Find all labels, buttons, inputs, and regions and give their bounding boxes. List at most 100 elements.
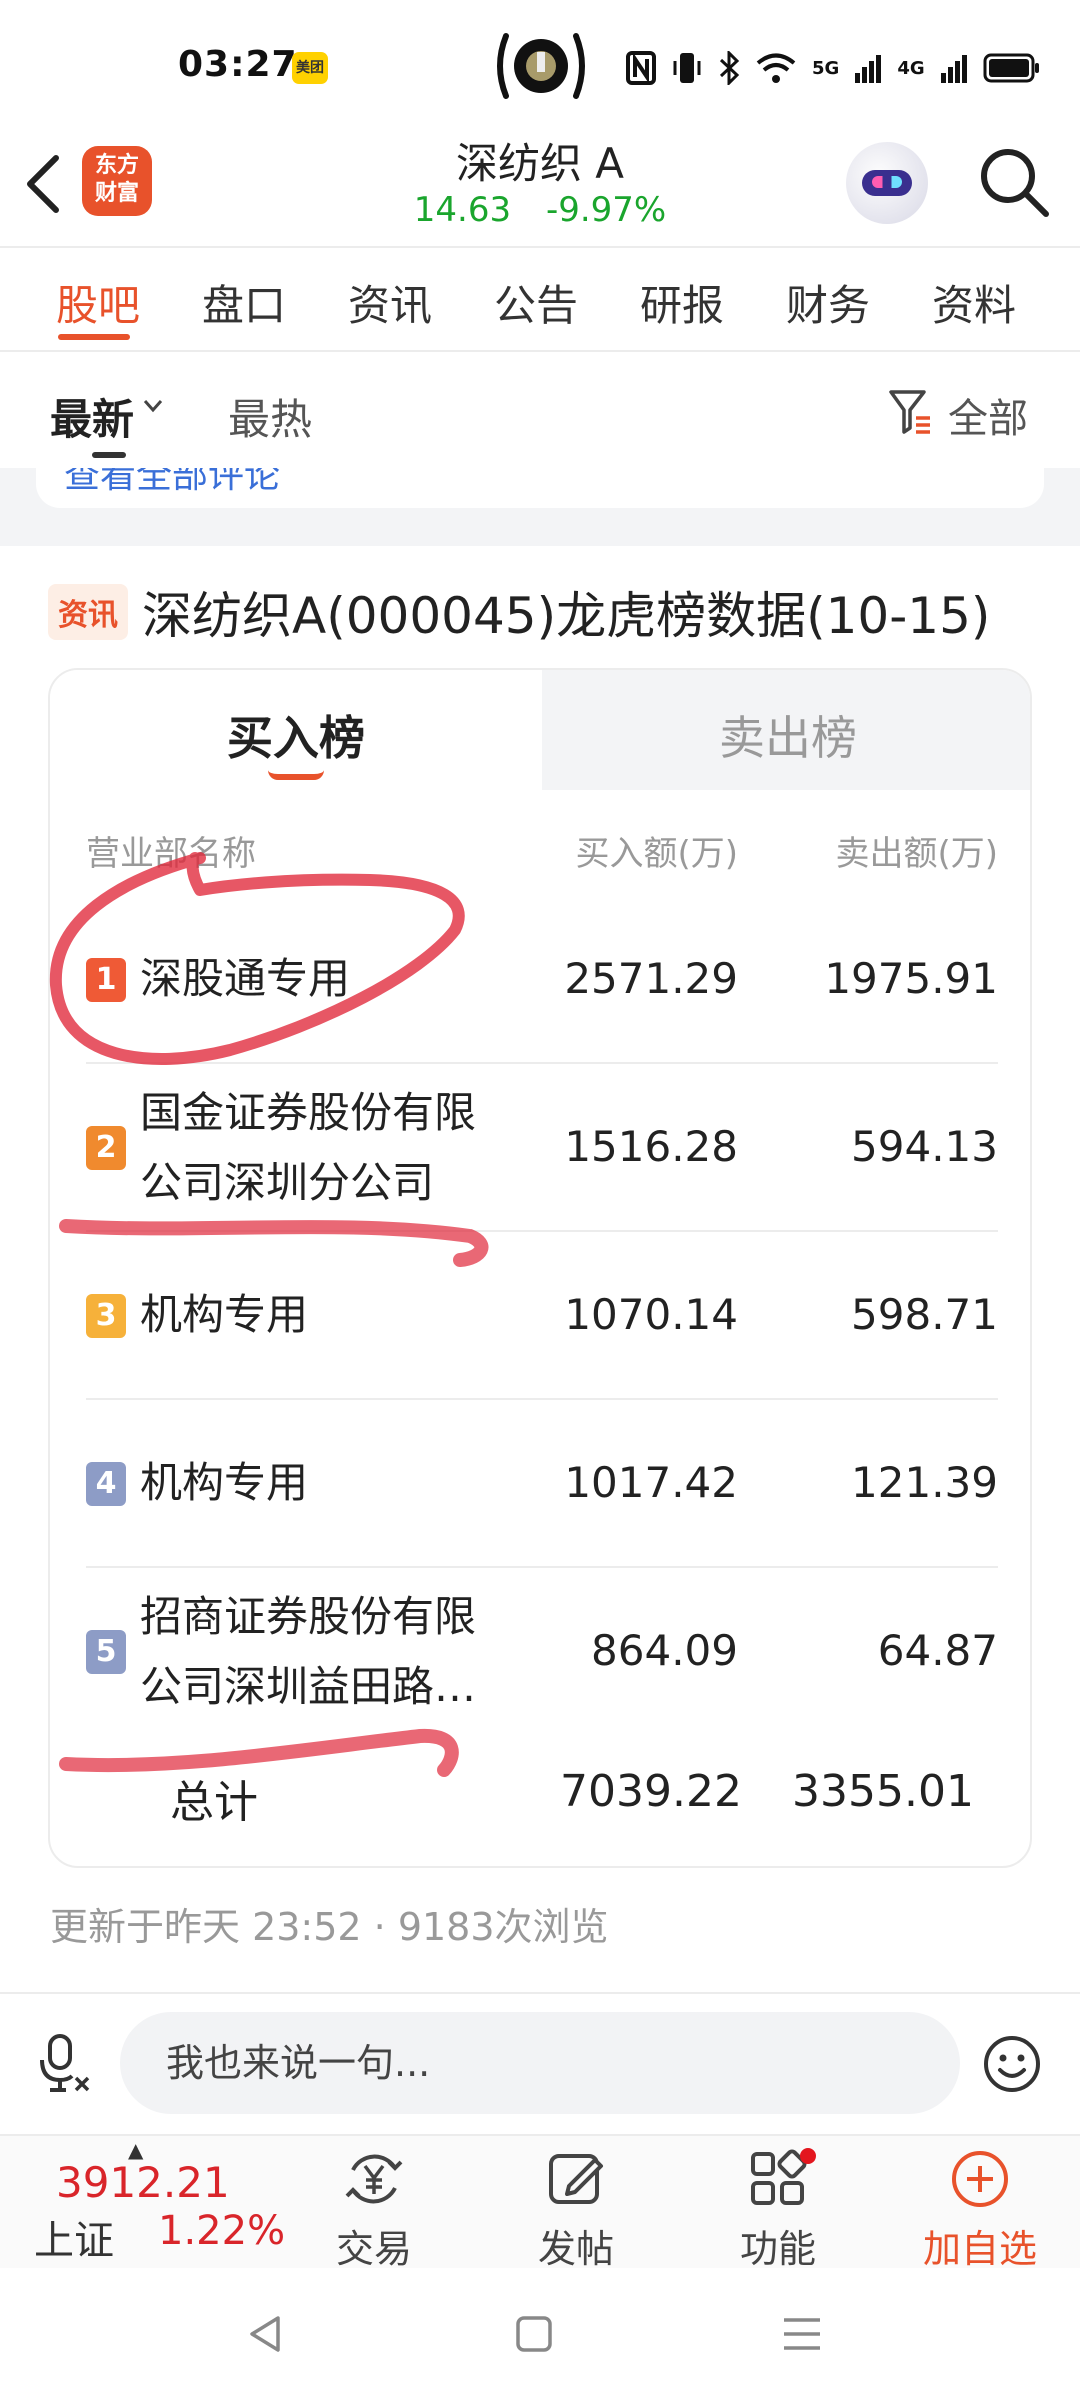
wifi-icon: [756, 53, 796, 83]
status-icons: 5G 4G: [626, 48, 1041, 88]
buy-amount: 1516.28: [564, 1122, 738, 1171]
lhb-tabs: 买入榜 卖出榜: [50, 670, 1030, 790]
sort-hot-button[interactable]: 最热: [228, 386, 312, 447]
table-row[interactable]: 3 机构专用 1070.14 598.71: [50, 1232, 1030, 1400]
buy-amount: 1017.42: [564, 1458, 738, 1507]
stock-header: 东方 财富 深纺织 A 14.63 -9.97%: [0, 130, 1080, 246]
add-watchlist-icon: [952, 2151, 1008, 2207]
flashlight-pill-icon: [497, 33, 585, 99]
total-buy-amount: 7039.22: [560, 1766, 742, 1817]
sort-bar: 最新 最热 全部: [0, 352, 1080, 468]
broker-name: 招商证券股份有限公司深圳益田路…: [140, 1592, 477, 1711]
emoji-icon[interactable]: [982, 2034, 1042, 2094]
news-tag: 资讯: [48, 584, 128, 640]
broker-name: 机构专用: [140, 1290, 309, 1339]
rank-badge: 2: [86, 1126, 126, 1170]
stock-tabs: 股吧 盘口 资讯 公告 研报 财务 资料: [0, 250, 1080, 350]
sell-amount: 594.13: [851, 1122, 998, 1171]
nav-trade[interactable]: 交易: [304, 2148, 444, 2271]
nav-add-watchlist[interactable]: 加自选: [910, 2148, 1050, 2271]
buy-tab-indicator: [268, 770, 324, 780]
table-row[interactable]: 5 招商证券股份有限公司深圳益田路… 864.09 64.87: [50, 1568, 1030, 1736]
view-all-comments-link[interactable]: 查看全部评论: [64, 468, 280, 498]
tab-sell-label: 卖出榜: [719, 711, 857, 765]
nav-functions-label: 功能: [739, 2227, 816, 2271]
system-menu-icon[interactable]: [780, 2312, 824, 2356]
tab-finance[interactable]: 财务: [786, 272, 870, 333]
dragon-tiger-list-card: 买入榜 卖出榜 营业部名称 买入额(万) 卖出额(万) 1 深股通专用 2571…: [48, 668, 1032, 1868]
sort-active-indicator: [92, 452, 126, 458]
trade-yen-icon: [345, 2154, 403, 2204]
bottom-nav: ▲ 3912.21 上证 1.22% 交易 发帖 功能 加自选: [0, 2134, 1080, 2271]
nav-add-watchlist-label: 加自选: [922, 2227, 1037, 2271]
tab-sell-list[interactable]: 卖出榜: [542, 670, 1030, 790]
status-bar: 03:27 美团 5G 4G: [0, 0, 1080, 130]
system-home-icon[interactable]: [512, 2312, 556, 2356]
nav-post-label: 发帖: [537, 2227, 614, 2271]
system-back-icon[interactable]: [244, 2312, 288, 2356]
sell-amount: 64.87: [877, 1626, 998, 1675]
nfc-icon: [626, 51, 656, 85]
table-row[interactable]: 2 国金证券股份有限公司深圳分公司 1516.28 594.13: [50, 1064, 1030, 1232]
col-buy-amount: 买入额(万): [575, 834, 738, 874]
index-value: 3912.21: [56, 2158, 230, 2207]
stock-change-pct: -9.97%: [545, 190, 667, 230]
rank-badge: 1: [86, 958, 126, 1002]
bluetooth-icon: [719, 51, 740, 85]
header-divider: [0, 246, 1080, 248]
rank-badge: 4: [86, 1462, 126, 1506]
col-broker-name: 营业部名称: [86, 834, 256, 874]
table-row[interactable]: 4 机构专用 1017.42 121.39: [50, 1400, 1030, 1568]
active-tab-indicator: [58, 334, 130, 340]
sell-amount: 121.39: [851, 1458, 998, 1507]
tab-news[interactable]: 资讯: [348, 272, 432, 333]
nav-functions[interactable]: 功能: [708, 2148, 848, 2271]
post-title[interactable]: 深纺织A(000045)龙虎榜数据(10-15): [142, 576, 990, 648]
col-sell-amount: 卖出额(万): [835, 834, 998, 874]
total-row: 总计 7039.22 3355.01: [50, 1728, 1030, 1848]
tab-buy-list[interactable]: 买入榜: [50, 670, 542, 790]
market-index-widget[interactable]: ▲ 3912.21 上证 1.22%: [0, 2136, 290, 2270]
tab-profile[interactable]: 资料: [932, 272, 1016, 333]
buy-amount: 1070.14: [564, 1290, 738, 1339]
signal-4g-label: 4G: [897, 57, 925, 79]
buy-amount: 864.09: [591, 1626, 738, 1675]
sell-amount: 1975.91: [824, 954, 998, 1003]
voice-input-icon[interactable]: [36, 2034, 92, 2094]
chevron-down-icon[interactable]: [142, 398, 164, 414]
table-row[interactable]: 1 深股通专用 2571.29 1975.91: [50, 896, 1030, 1064]
meituan-notification-icon: 美团: [292, 52, 328, 84]
nav-trade-label: 交易: [335, 2227, 412, 2271]
search-icon[interactable]: [976, 144, 1052, 220]
total-label: 总计: [170, 1777, 258, 1828]
signal-bars-icon: [855, 55, 882, 83]
stock-price: 14.63: [413, 190, 512, 230]
vibrate-icon: [673, 53, 701, 83]
post-header[interactable]: 资讯 深纺织A(000045)龙虎榜数据(10-15): [48, 580, 990, 645]
buy-amount: 2571.29: [564, 954, 738, 1003]
rank-badge: 3: [86, 1294, 126, 1338]
filter-all-label[interactable]: 全部: [948, 386, 1028, 444]
signal-5g-label: 5G: [812, 57, 840, 79]
sort-latest-button[interactable]: 最新: [50, 386, 134, 447]
tab-guba[interactable]: 股吧: [56, 272, 140, 333]
broker-name: 深股通专用: [140, 954, 351, 1003]
nav-post[interactable]: 发帖: [506, 2148, 646, 2271]
previous-post-card: 查看全部评论: [36, 468, 1044, 508]
comment-bar: [0, 1994, 1080, 2134]
post-edit-icon: [549, 2154, 603, 2204]
notification-dot: [800, 2148, 816, 2164]
ai-assistant-robot-icon[interactable]: [846, 142, 928, 224]
tab-pankou[interactable]: 盘口: [202, 272, 286, 333]
battery-icon: [983, 53, 1039, 83]
sell-amount: 598.71: [851, 1290, 998, 1339]
signal-bars-icon-2: [940, 55, 967, 83]
lhb-column-headers: 营业部名称 买入额(万) 卖出额(万): [50, 826, 1030, 876]
tab-announcement[interactable]: 公告: [494, 272, 578, 333]
filter-icon[interactable]: [888, 388, 932, 436]
tab-research[interactable]: 研报: [640, 272, 724, 333]
system-navigation-bar: [0, 2268, 1080, 2400]
broker-name: 机构专用: [140, 1458, 309, 1507]
comment-input[interactable]: [120, 2012, 960, 2114]
tab-buy-label: 买入榜: [227, 711, 365, 765]
